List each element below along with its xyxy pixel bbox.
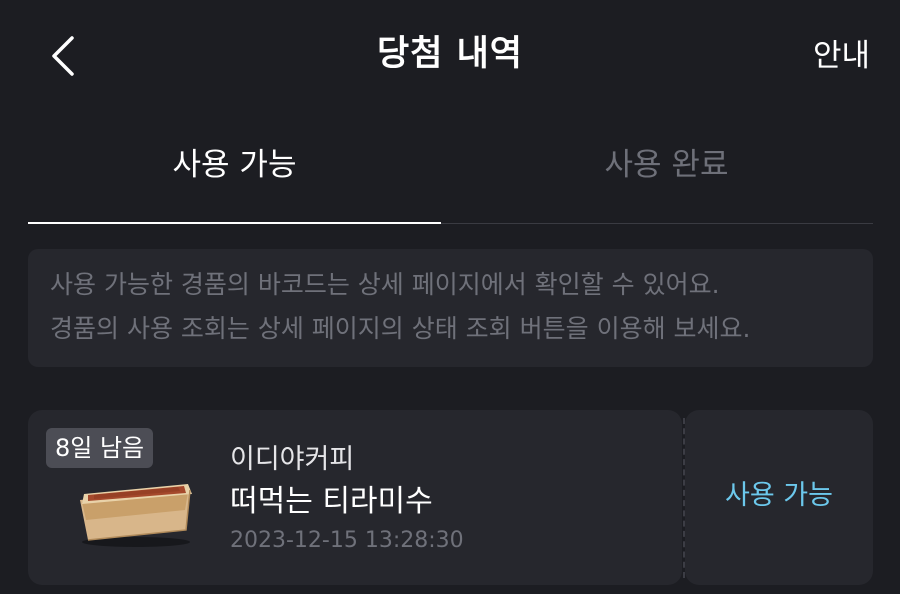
coupon-status-button[interactable]: 사용 가능 [685,410,873,585]
notice-box: 사용 가능한 경품의 바코드는 상세 페이지에서 확인할 수 있어요. 경품의 … [28,249,873,367]
days-left-badge: 8일 남음 [46,428,154,468]
tab-bar: 사용 가능 사용 완료 [28,130,873,224]
tiramisu-box-icon [80,484,192,547]
coupon-detail-area[interactable]: 8일 남음 이디야커피 떠먹는 티라미수 2023-12-15 13:28:30 [28,410,682,585]
product-name: 떠먹는 티라미수 [230,484,433,519]
notice-text-line-2: 경품의 사용 조회는 상세 페이지의 상태 조회 버튼을 이용해 보세요. [50,314,751,343]
app-header: 당첨 내역 안내 [0,0,900,112]
status-label: 사용 가능 [725,480,833,511]
tab-available[interactable]: 사용 가능 [28,130,441,224]
brand-name: 이디야커피 [230,444,355,475]
tab-used[interactable]: 사용 완료 [460,130,873,222]
page-title: 당첨 내역 [377,34,523,74]
coupon-card: 8일 남음 이디야커피 떠먹는 티라미수 2023-12-15 13:28:30… [28,410,873,585]
issued-date: 2023-12-15 13:28:30 [230,528,464,553]
info-button[interactable]: 안내 [813,34,870,78]
notice-text-line-1: 사용 가능한 경품의 바코드는 상세 페이지에서 확인할 수 있어요. [50,270,720,299]
